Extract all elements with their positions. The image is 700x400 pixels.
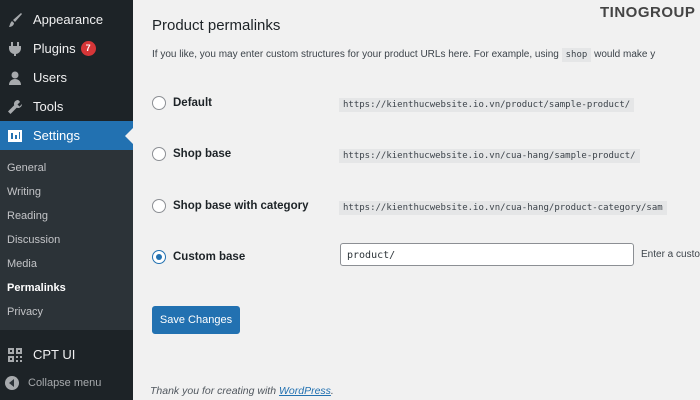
menu-settings[interactable]: Settings (0, 121, 133, 150)
menu-users[interactable]: Users (0, 63, 133, 92)
radio-shop-base-category[interactable] (152, 199, 166, 213)
permalink-url: https://kienthucwebsite.io.vn/product/sa… (339, 98, 635, 112)
menu-label: Plugins (33, 41, 76, 56)
submenu-discussion[interactable]: Discussion (7, 230, 60, 250)
footer-credit: Thank you for creating with WordPress. (150, 385, 334, 397)
submenu-privacy[interactable]: Privacy (7, 302, 43, 322)
option-label: Custom base (173, 251, 246, 263)
update-count-badge: 7 (80, 41, 96, 56)
desc-code: shop (561, 48, 592, 62)
section-title: Product permalinks (152, 17, 281, 34)
plugin-icon (5, 39, 25, 59)
save-changes-button[interactable]: Save Changes (152, 306, 240, 334)
permalink-shop-base-category: https://kienthucwebsite.io.vn/cua-hang/p… (339, 197, 667, 215)
submenu-general[interactable]: General (7, 158, 46, 178)
submenu-reading[interactable]: Reading (7, 206, 48, 226)
settings-submenu: General Writing Reading Discussion Media… (0, 150, 133, 330)
menu-label: Tools (33, 99, 64, 114)
footer-text: Thank you for creating with (150, 385, 277, 397)
menu-tools[interactable]: Tools (0, 92, 133, 121)
menu-plugins[interactable]: Plugins 7 (0, 34, 133, 63)
custom-base-input[interactable]: product/ (340, 243, 634, 266)
admin-sidebar: Appearance Plugins 7 Users Tools Setting… (0, 0, 133, 400)
collapse-menu-button[interactable]: Collapse menu (0, 370, 133, 396)
option-label: Shop base with category (173, 200, 309, 212)
collapse-arrow-icon (5, 376, 19, 390)
menu-appearance[interactable]: Appearance (0, 5, 133, 34)
grid-icon (5, 345, 25, 365)
collapse-label: Collapse menu (28, 377, 102, 389)
radio-shop-base[interactable] (152, 147, 166, 161)
option-shop-base-category[interactable]: Shop base with category (152, 196, 308, 216)
wordpress-link[interactable]: WordPress (279, 385, 331, 397)
menu-label: Appearance (33, 12, 104, 27)
menu-label: CPT UI (33, 347, 76, 362)
footer-end: . (330, 385, 334, 397)
desc-text: If you like, you may enter custom struct… (152, 49, 559, 60)
custom-base-hint: Enter a custo (641, 249, 700, 260)
settings-icon (5, 126, 25, 146)
brand-watermark: TINOGROUP (600, 4, 696, 21)
radio-default[interactable] (152, 96, 166, 110)
wrench-icon (5, 97, 25, 117)
submenu-media[interactable]: Media (7, 254, 37, 274)
option-label: Default (173, 97, 212, 109)
permalink-shop-base: https://kienthucwebsite.io.vn/cua-hang/s… (339, 145, 640, 163)
option-default[interactable]: Default (152, 93, 212, 113)
option-shop-base[interactable]: Shop base (152, 144, 231, 164)
desc-text-end: would make y (594, 49, 656, 60)
radio-custom-base[interactable] (152, 250, 166, 264)
permalink-url: https://kienthucwebsite.io.vn/cua-hang/s… (339, 149, 640, 163)
paintbrush-icon (5, 10, 25, 30)
permalink-default: https://kienthucwebsite.io.vn/product/sa… (339, 94, 635, 112)
menu-label: Settings (33, 128, 80, 143)
menu-label: Users (33, 70, 67, 85)
main-content: TINOGROUP Product permalinks If you like… (133, 0, 700, 400)
option-custom-base[interactable]: Custom base (152, 247, 245, 267)
current-arrow (125, 128, 133, 144)
section-description: If you like, you may enter custom struct… (152, 48, 656, 62)
permalink-url: https://kienthucwebsite.io.vn/cua-hang/p… (339, 201, 667, 215)
menu-cpt-ui[interactable]: CPT UI (0, 340, 133, 369)
submenu-permalinks[interactable]: Permalinks (7, 278, 66, 298)
users-icon (5, 68, 25, 88)
option-label: Shop base (173, 148, 232, 160)
submenu-writing[interactable]: Writing (7, 182, 41, 202)
